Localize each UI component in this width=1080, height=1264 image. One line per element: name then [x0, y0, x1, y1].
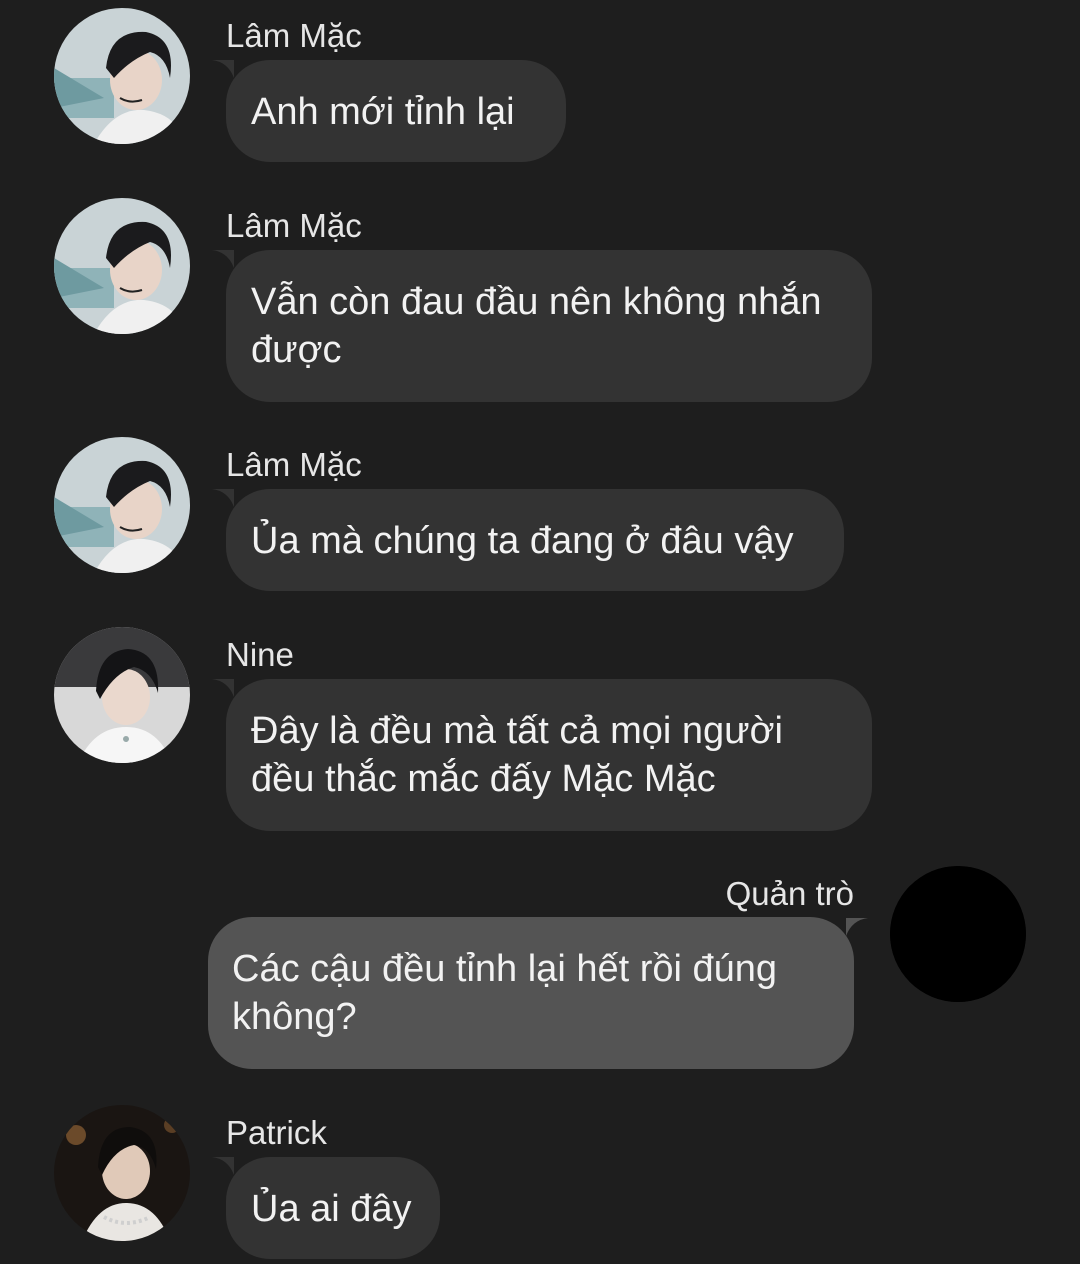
- bubble-tail: [846, 918, 868, 936]
- avatar[interactable]: [54, 198, 190, 334]
- sender-name: Lâm Mặc: [226, 17, 362, 54]
- avatar[interactable]: [54, 437, 190, 573]
- bubble-tail: [212, 60, 234, 78]
- avatar[interactable]: [54, 627, 190, 763]
- sender-name: Lâm Mặc: [226, 207, 362, 244]
- message-bubble[interactable]: Vẫn còn đau đầu nên không nhắn được: [226, 250, 872, 402]
- avatar[interactable]: [890, 866, 1026, 1002]
- black-avatar-icon: [890, 866, 1026, 1002]
- message-bubble[interactable]: Ủa ai đây: [226, 1157, 440, 1259]
- bubble-tail: [212, 489, 234, 507]
- sender-name: Lâm Mặc: [226, 446, 362, 483]
- profile-photo-icon: [54, 437, 190, 573]
- sender-name: Nine: [226, 636, 294, 673]
- chat-thread: Lâm Mặc Anh mới tỉnh lại Lâm Mặc Vẫn còn…: [0, 0, 1080, 1264]
- sender-name: Patrick: [226, 1114, 327, 1151]
- avatar[interactable]: [54, 8, 190, 144]
- profile-photo-icon: [54, 1105, 190, 1241]
- profile-photo-icon: [54, 627, 190, 763]
- sender-name: Quản trò: [725, 875, 854, 912]
- bubble-tail: [212, 679, 234, 697]
- profile-photo-icon: [54, 198, 190, 334]
- bubble-tail: [212, 1157, 234, 1175]
- avatar[interactable]: [54, 1105, 190, 1241]
- message-bubble[interactable]: Đây là đều mà tất cả mọi người đều thắc …: [226, 679, 872, 831]
- profile-photo-icon: [54, 8, 190, 144]
- message-bubble[interactable]: Ủa mà chúng ta đang ở đâu vậy: [226, 489, 844, 591]
- message-bubble[interactable]: Các cậu đều tỉnh lại hết rồi đúng không?: [208, 917, 854, 1069]
- message-bubble[interactable]: Anh mới tỉnh lại: [226, 60, 566, 162]
- bubble-tail: [212, 250, 234, 268]
